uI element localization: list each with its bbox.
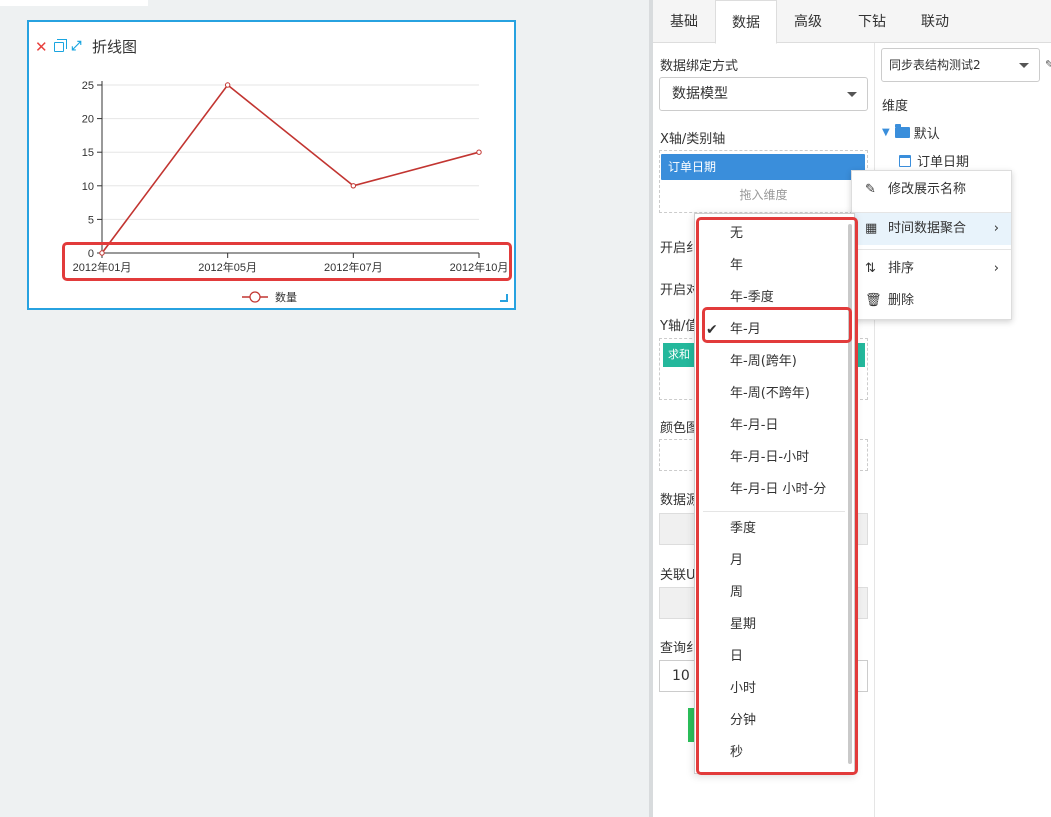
- menu-item-label: 删除: [888, 293, 915, 308]
- calendar-icon: ▦: [865, 221, 878, 236]
- column-divider: [874, 43, 875, 817]
- menu-item-time-aggregation[interactable]: ▦ 时间数据聚合 ›: [852, 213, 1011, 245]
- tab-drilldown[interactable]: 下钻: [839, 0, 905, 43]
- tree-folder-default[interactable]: ▼ 默认: [882, 123, 940, 142]
- binding-select[interactable]: 数据模型: [659, 77, 868, 111]
- dimension-title: 维度: [882, 99, 909, 114]
- expand-icon[interactable]: ⤢: [71, 40, 83, 53]
- edit-icon: ✎: [865, 182, 876, 197]
- chevron-right-icon: ›: [993, 261, 999, 276]
- selected-option-highlight: [702, 307, 852, 343]
- edit-icon[interactable]: ✎: [1045, 58, 1051, 71]
- datasource-value: 同步表结构测试2: [889, 58, 981, 72]
- menu-item-delete[interactable]: 🗑 删除: [852, 285, 1011, 317]
- y-tick-label: 10: [82, 181, 94, 193]
- datasource-select[interactable]: 同步表结构测试2: [881, 48, 1040, 82]
- tree-folder-label: 默认: [913, 127, 940, 142]
- menu-item-label: 修改展示名称: [888, 182, 967, 197]
- widget-header: ✕ ⤢ 折线图: [35, 36, 137, 57]
- tab-basic[interactable]: 基础: [653, 0, 715, 43]
- tab-data[interactable]: 数据: [715, 0, 777, 44]
- binding-value: 数据模型: [672, 86, 728, 102]
- submenu-highlight: [696, 217, 858, 775]
- drop-hint: 拖入维度: [739, 188, 788, 202]
- xaxis-label: X轴/类别轴: [660, 132, 726, 147]
- chevron-right-icon: ›: [993, 221, 999, 236]
- legend-marker: [249, 291, 261, 303]
- trash-icon: 🗑: [865, 293, 882, 308]
- chevron-down-icon: [847, 92, 857, 97]
- folder-open-icon: [894, 124, 910, 138]
- tab-linkage[interactable]: 联动: [905, 0, 965, 43]
- close-icon[interactable]: ✕: [35, 39, 48, 54]
- widget-title: 折线图: [92, 38, 138, 56]
- relate-label: 关联U: [660, 568, 696, 583]
- menu-item-sort[interactable]: ⇅ 排序 ›: [852, 253, 1011, 285]
- yaxis-label: Y轴/值: [660, 319, 699, 334]
- y-tick-label: 20: [82, 114, 94, 126]
- tree-field-order-date[interactable]: 订单日期: [899, 151, 969, 170]
- chevron-down-icon: ▼: [882, 127, 890, 138]
- legend-label: 数量: [275, 291, 297, 304]
- xaxis-field-pill[interactable]: 订单日期: [661, 154, 865, 180]
- tab-advanced[interactable]: 高级: [777, 0, 839, 43]
- y-tick-label: 5: [88, 214, 94, 226]
- binding-label: 数据绑定方式: [660, 59, 739, 74]
- y-tick-label: 15: [82, 147, 94, 159]
- y-tick-label: 25: [82, 80, 94, 92]
- top-bar-stub: [0, 0, 148, 6]
- data-point: [350, 183, 357, 189]
- menu-item-label: 时间数据聚合: [888, 221, 967, 236]
- chevron-down-icon: [1019, 63, 1029, 68]
- x-axis-highlight: [62, 242, 512, 281]
- data-point: [476, 149, 482, 155]
- data-point: [224, 82, 231, 88]
- resize-handle[interactable]: [500, 294, 508, 302]
- menu-item-label: 排序: [888, 261, 915, 276]
- tab-bar: 基础 数据 高级 下钻 联动: [653, 0, 1051, 44]
- sort-icon: ⇅: [865, 261, 876, 276]
- series-line: [101, 83, 480, 254]
- field-context-menu: ✎ 修改展示名称 ▦ 时间数据聚合 › ⇅ 排序 › 🗑 删除: [851, 170, 1012, 320]
- copy-icon[interactable]: [54, 38, 67, 52]
- calendar-icon: [899, 154, 911, 167]
- menu-divider: [852, 249, 1011, 250]
- menu-item-rename[interactable]: ✎ 修改展示名称: [852, 174, 1011, 206]
- tree-field-label: 订单日期: [917, 155, 970, 170]
